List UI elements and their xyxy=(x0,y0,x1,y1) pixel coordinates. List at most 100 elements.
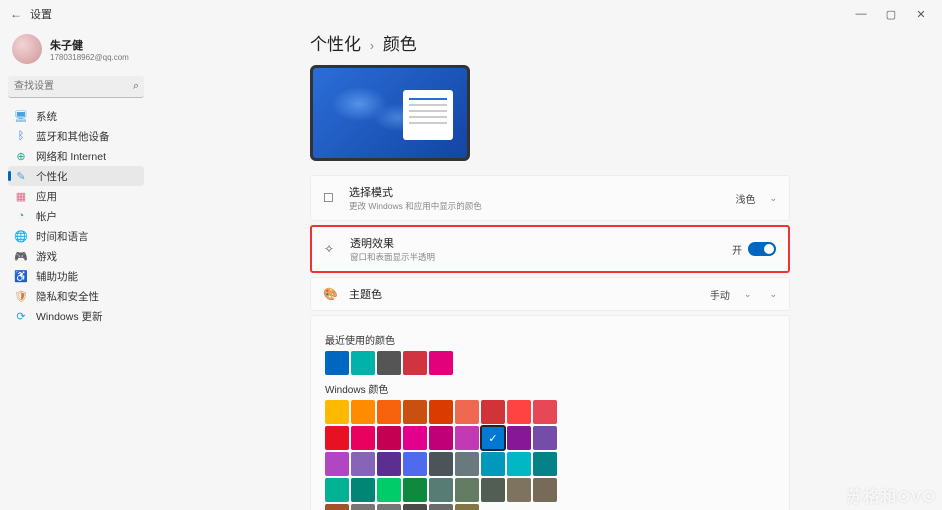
color-swatch[interactable] xyxy=(481,400,505,424)
color-swatch[interactable] xyxy=(533,478,557,502)
sidebar-item-6[interactable]: 🌐 时间和语言 xyxy=(8,226,144,246)
color-swatch[interactable] xyxy=(481,452,505,476)
sidebar-item-5[interactable]: ◔帐户 xyxy=(8,206,144,226)
color-swatch[interactable] xyxy=(351,400,375,424)
nav-label: 辅助功能 xyxy=(36,269,78,284)
palette-icon: 🎨 xyxy=(323,287,339,301)
color-swatch[interactable] xyxy=(507,400,531,424)
color-swatch[interactable] xyxy=(429,426,453,450)
color-swatch[interactable] xyxy=(429,452,453,476)
setting-title: 选择模式 xyxy=(349,184,725,200)
minimize-button[interactable]: — xyxy=(846,8,876,20)
close-button[interactable]: ✕ xyxy=(906,8,936,21)
color-swatch[interactable] xyxy=(533,452,557,476)
color-swatch[interactable] xyxy=(377,426,401,450)
color-swatch[interactable] xyxy=(377,478,401,502)
accent-select[interactable]: 手动⌄ xyxy=(710,287,752,302)
toggle-label: 开 xyxy=(732,242,742,257)
setting-title: 透明效果 xyxy=(350,235,722,251)
sidebar-item-2[interactable]: ⊕网络和 Internet xyxy=(8,146,144,166)
color-swatch[interactable] xyxy=(507,426,531,450)
color-swatch[interactable] xyxy=(429,400,453,424)
back-button[interactable]: ← xyxy=(6,7,26,21)
sidebar-item-7[interactable]: 🎮 游戏 xyxy=(8,246,144,266)
setting-desc: 更改 Windows 和应用中显示的颜色 xyxy=(349,200,725,212)
color-swatch[interactable] xyxy=(325,504,349,510)
nav-label: 帐户 xyxy=(36,209,57,224)
setting-color-mode[interactable]: ☐ 选择模式 更改 Windows 和应用中显示的颜色 浅色⌄ xyxy=(310,175,790,221)
nav-icon: ⟳ xyxy=(14,310,28,323)
color-swatch[interactable] xyxy=(403,400,427,424)
breadcrumb-parent[interactable]: 个性化 xyxy=(310,35,361,54)
color-swatch[interactable] xyxy=(507,478,531,502)
color-swatch[interactable] xyxy=(481,426,505,450)
sidebar-item-10[interactable]: ⟳ Windows 更新 xyxy=(8,306,144,326)
nav-label: 隐私和安全性 xyxy=(36,289,99,304)
color-swatch[interactable] xyxy=(455,504,479,510)
nav-icon: 🎮 xyxy=(14,250,28,263)
color-swatch[interactable] xyxy=(455,426,479,450)
nav-icon: ♿ xyxy=(14,270,28,283)
sidebar-item-4[interactable]: ▦应用 xyxy=(8,186,144,206)
color-swatch[interactable] xyxy=(403,504,427,510)
color-swatch[interactable] xyxy=(429,351,453,375)
color-swatch[interactable] xyxy=(325,478,349,502)
color-swatch[interactable] xyxy=(377,351,401,375)
sidebar-item-1[interactable]: ᛒ蓝牙和其他设备 xyxy=(8,126,144,146)
color-swatch[interactable] xyxy=(377,452,401,476)
maximize-button[interactable]: ▢ xyxy=(876,8,906,21)
chevron-right-icon: › xyxy=(370,38,374,53)
nav-label: 时间和语言 xyxy=(36,229,89,244)
color-swatch[interactable] xyxy=(351,452,375,476)
nav-icon: ✎ xyxy=(14,170,28,183)
sidebar-item-3[interactable]: ✎个性化 xyxy=(8,166,144,186)
setting-title: 主题色 xyxy=(349,286,700,302)
chevron-down-icon: ⌄ xyxy=(744,289,752,300)
accent-color-panel: 最近使用的颜色 Windows 颜色 xyxy=(310,315,790,510)
breadcrumb: 个性化 › 颜色 xyxy=(310,30,930,55)
setting-accent-color[interactable]: 🎨 主题色 手动⌄ ⌄ xyxy=(310,277,790,311)
transparency-toggle[interactable] xyxy=(748,242,776,256)
color-swatch[interactable] xyxy=(429,478,453,502)
color-swatch[interactable] xyxy=(325,452,349,476)
sparkle-icon: ✧ xyxy=(324,242,340,256)
color-swatch[interactable] xyxy=(403,426,427,450)
nav-icon: 🛡 xyxy=(14,290,28,303)
mode-select[interactable]: 浅色⌄ xyxy=(735,191,777,206)
chevron-down-icon: ⌄ xyxy=(769,193,777,204)
sidebar-item-0[interactable]: 🖥系统 xyxy=(8,106,144,126)
color-swatch[interactable] xyxy=(325,426,349,450)
nav-label: Windows 更新 xyxy=(36,309,103,324)
search-input[interactable] xyxy=(8,76,144,98)
color-swatch[interactable] xyxy=(533,400,557,424)
color-swatch[interactable] xyxy=(351,426,375,450)
chevron-down-icon: ⌄ xyxy=(769,289,777,300)
color-swatch[interactable] xyxy=(429,504,453,510)
color-swatch[interactable] xyxy=(325,351,349,375)
color-swatch[interactable] xyxy=(377,504,401,510)
search-box[interactable]: ⌕ xyxy=(8,76,144,98)
color-swatch[interactable] xyxy=(455,452,479,476)
color-swatch[interactable] xyxy=(351,478,375,502)
nav-icon: 🌐 xyxy=(14,230,28,243)
color-swatch[interactable] xyxy=(403,478,427,502)
nav-label: 游戏 xyxy=(36,249,57,264)
recent-colors-label: 最近使用的颜色 xyxy=(325,332,775,347)
color-swatch[interactable] xyxy=(533,426,557,450)
color-swatch[interactable] xyxy=(377,400,401,424)
color-swatch[interactable] xyxy=(455,400,479,424)
setting-transparency[interactable]: ✧ 透明效果 窗口和表面显示半透明 开 xyxy=(310,225,790,273)
color-swatch[interactable] xyxy=(507,452,531,476)
color-swatch[interactable] xyxy=(351,351,375,375)
color-swatch[interactable] xyxy=(403,351,427,375)
color-swatch[interactable] xyxy=(325,400,349,424)
color-swatch[interactable] xyxy=(351,504,375,510)
color-swatch[interactable] xyxy=(455,478,479,502)
color-swatch[interactable] xyxy=(403,452,427,476)
nav-icon: ⊕ xyxy=(14,150,28,163)
color-swatch[interactable] xyxy=(481,478,505,502)
user-profile[interactable]: 朱子健 1780318962@qq.com xyxy=(8,32,144,66)
sidebar-item-8[interactable]: ♿ 辅助功能 xyxy=(8,266,144,286)
avatar xyxy=(12,34,42,64)
sidebar-item-9[interactable]: 🛡 隐私和安全性 xyxy=(8,286,144,306)
